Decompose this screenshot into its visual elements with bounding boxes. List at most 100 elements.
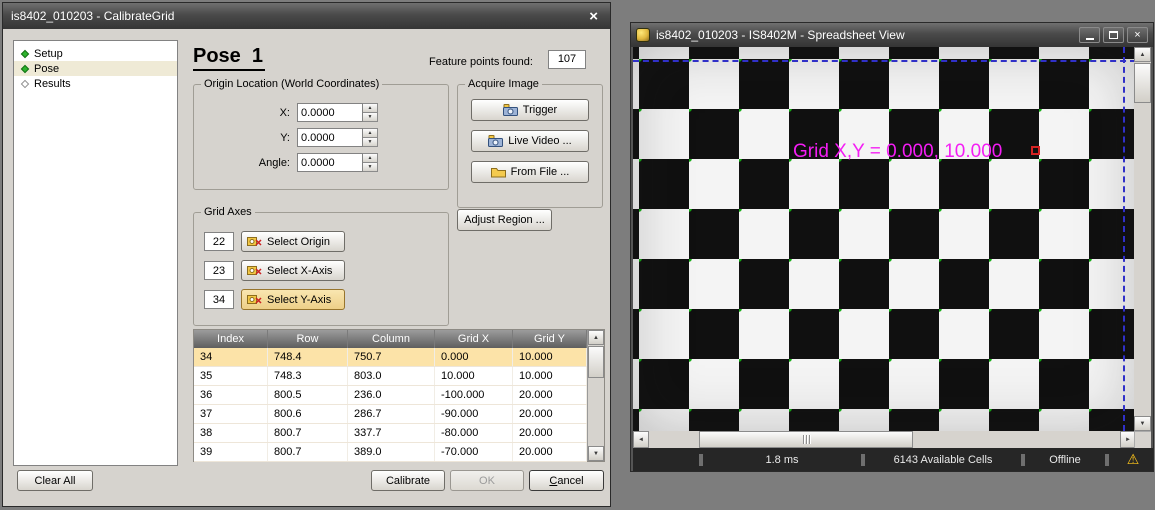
table-row[interactable]: 38 800.7 337.7 -80.000 20.000	[194, 424, 587, 443]
calibrategrid-titlebar[interactable]: is8402_010203 - CalibrateGrid ×	[3, 3, 610, 29]
tree-item-setup[interactable]: Setup	[14, 46, 177, 61]
acquire-image-group: Acquire Image Trigger Live Video ... Fro…	[457, 84, 603, 208]
x-input[interactable]	[297, 103, 363, 122]
vertical-scrollbar[interactable]: ▲ ▼	[1134, 47, 1151, 431]
nav-tree: Setup Pose Results	[13, 40, 178, 466]
table-row[interactable]: 37 800.6 286.7 -90.000 20.000	[194, 405, 587, 424]
scrollbar-corner	[1134, 431, 1151, 448]
cell-grid-y: 20.000	[513, 443, 587, 461]
feature-points-value: 107	[548, 50, 586, 69]
y-axis-cell-input[interactable]	[204, 290, 234, 309]
cell-index: 39	[194, 443, 268, 461]
table-row[interactable]: 34 748.4 750.7 0.000 10.000	[194, 348, 587, 367]
y-spin-up-icon[interactable]: ▲	[363, 128, 378, 138]
scroll-down-icon[interactable]: ▼	[588, 446, 604, 461]
y-input[interactable]	[297, 128, 363, 147]
cell-row: 800.5	[268, 386, 348, 404]
grid-axes-group-title: Grid Axes	[201, 206, 255, 219]
x-axis-cell-input[interactable]	[204, 261, 234, 280]
horizontal-scrollbar[interactable]: ◄ ►	[633, 431, 1136, 448]
x-spin-up-icon[interactable]: ▲	[363, 103, 378, 113]
vertical-scrollbar-thumb[interactable]	[1134, 63, 1151, 103]
spreadsheet-content: Grid X,Y = 0.000, 10.000 ▲ ▼ ◄ ► 1.8 ms	[631, 47, 1153, 471]
thumb-grip	[809, 435, 810, 444]
close-button[interactable]: ×	[1127, 27, 1148, 43]
adjust-region-button[interactable]: Adjust Region ...	[457, 209, 552, 231]
warning-icon[interactable]: ⚠	[1113, 448, 1153, 471]
select-target-icon	[247, 236, 262, 248]
angle-input[interactable]	[297, 153, 363, 172]
maximize-button[interactable]	[1103, 27, 1124, 43]
region-top-edge[interactable]	[633, 60, 1136, 62]
tree-item-setup-label: Setup	[34, 48, 63, 60]
status-separator	[861, 454, 865, 466]
ok-button: OK	[450, 470, 524, 491]
x-spin-down-icon[interactable]: ▼	[363, 113, 378, 122]
calibrate-button[interactable]: Calibrate	[371, 470, 445, 491]
angle-spin-down-icon[interactable]: ▼	[363, 163, 378, 172]
cell-column: 750.7	[348, 348, 435, 366]
acquire-image-group-title: Acquire Image	[465, 78, 542, 91]
select-target-icon	[247, 265, 262, 277]
table-row[interactable]: 36 800.5 236.0 -100.000 20.000	[194, 386, 587, 405]
calibration-checkerboard-image[interactable]: Grid X,Y = 0.000, 10.000	[633, 47, 1136, 431]
angle-spinner: ▲ ▼	[363, 153, 378, 172]
grid-xy-overlay: Grid X,Y = 0.000, 10.000	[793, 141, 1002, 163]
scroll-left-icon[interactable]: ◄	[633, 431, 649, 448]
status-bar: 1.8 ms 6143 Available Cells Offline ⚠	[633, 448, 1153, 471]
cell-grid-x: -70.000	[435, 443, 513, 461]
y-field-row: Y: ▲ ▼	[194, 128, 448, 147]
pose-heading: Pose 1	[193, 45, 265, 71]
table-scrollbar-thumb[interactable]	[588, 346, 604, 378]
tree-item-results-label: Results	[34, 78, 71, 90]
select-origin-button[interactable]: Select Origin	[241, 231, 345, 252]
scroll-down-icon[interactable]: ▼	[1134, 416, 1151, 431]
tree-item-pose-label: Pose	[34, 63, 59, 75]
select-target-icon	[247, 294, 262, 306]
cell-column: 337.7	[348, 424, 435, 442]
minimize-button[interactable]	[1079, 27, 1100, 43]
table-scrollbar[interactable]: ▲ ▼	[587, 330, 604, 461]
region-right-edge[interactable]	[1123, 47, 1125, 431]
tree-item-pose[interactable]: Pose	[14, 61, 177, 76]
close-icon[interactable]: ×	[585, 8, 602, 25]
x-label: X:	[280, 107, 290, 119]
from-file-button[interactable]: From File ...	[471, 161, 589, 183]
y-axis-row: Select Y-Axis	[204, 289, 448, 310]
y-spin-down-icon[interactable]: ▼	[363, 138, 378, 147]
ok-button-label: OK	[479, 475, 495, 487]
spreadsheet-titlebar[interactable]: is8402_010203 - IS8402M - Spreadsheet Vi…	[631, 23, 1153, 47]
green-diamond-icon	[21, 64, 29, 72]
live-video-button[interactable]: Live Video ...	[471, 130, 589, 152]
feature-points-table: Index Row Column Grid X Grid Y 34 748.4 …	[193, 329, 605, 462]
available-cells: 6143 Available Cells	[869, 448, 1017, 471]
cell-index: 35	[194, 367, 268, 385]
cell-grid-y: 20.000	[513, 386, 587, 404]
table-row[interactable]: 39 800.7 389.0 -70.000 20.000	[194, 443, 587, 462]
status-separator	[1021, 454, 1025, 466]
cell-grid-x: 10.000	[435, 367, 513, 385]
trigger-button-label: Trigger	[523, 104, 557, 116]
select-x-axis-button[interactable]: Select X-Axis	[241, 260, 345, 281]
trigger-button[interactable]: Trigger	[471, 99, 589, 121]
cancel-button-label: Cancel	[549, 475, 583, 487]
calibrate-button-label: Calibrate	[386, 475, 430, 487]
select-x-axis-button-label: Select X-Axis	[267, 265, 332, 277]
clear-all-button[interactable]: Clear All	[17, 470, 93, 491]
horizontal-scrollbar-thumb[interactable]	[699, 431, 913, 448]
origin-cell-input[interactable]	[204, 232, 234, 251]
scroll-up-icon[interactable]: ▲	[1134, 47, 1151, 62]
cell-grid-y: 20.000	[513, 405, 587, 423]
table-row[interactable]: 35 748.3 803.0 10.000 10.000	[194, 367, 587, 386]
select-y-axis-button[interactable]: Select Y-Axis	[241, 289, 345, 310]
scroll-up-icon[interactable]: ▲	[588, 330, 604, 345]
cell-grid-x: -80.000	[435, 424, 513, 442]
tree-item-results[interactable]: Results	[14, 76, 177, 91]
cell-index: 34	[194, 348, 268, 366]
column-header: Row	[268, 330, 348, 348]
cell-row: 800.6	[268, 405, 348, 423]
angle-spin-up-icon[interactable]: ▲	[363, 153, 378, 163]
cancel-button[interactable]: Cancel	[529, 470, 604, 491]
x-axis-row: Select X-Axis	[204, 260, 448, 281]
clear-all-button-label: Clear All	[35, 475, 76, 487]
